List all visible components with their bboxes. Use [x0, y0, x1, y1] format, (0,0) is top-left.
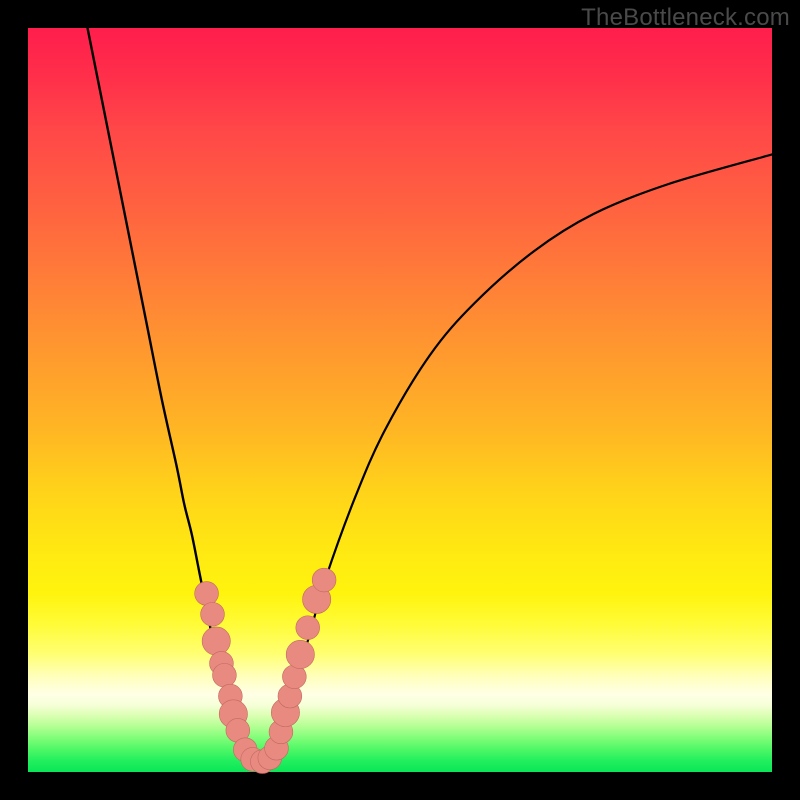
chart-frame: TheBottleneck.com: [0, 0, 800, 800]
data-marker: [195, 582, 219, 606]
curve-layer: [28, 28, 772, 772]
data-marker: [296, 616, 320, 640]
watermark-label: TheBottleneck.com: [581, 4, 790, 32]
data-marker: [286, 640, 314, 668]
data-marker: [213, 663, 237, 687]
data-marker: [202, 627, 230, 655]
data-marker: [312, 568, 336, 592]
data-marker: [201, 602, 225, 626]
right-curve: [266, 154, 772, 760]
data-markers: [195, 568, 336, 773]
plot-area: [28, 28, 772, 772]
